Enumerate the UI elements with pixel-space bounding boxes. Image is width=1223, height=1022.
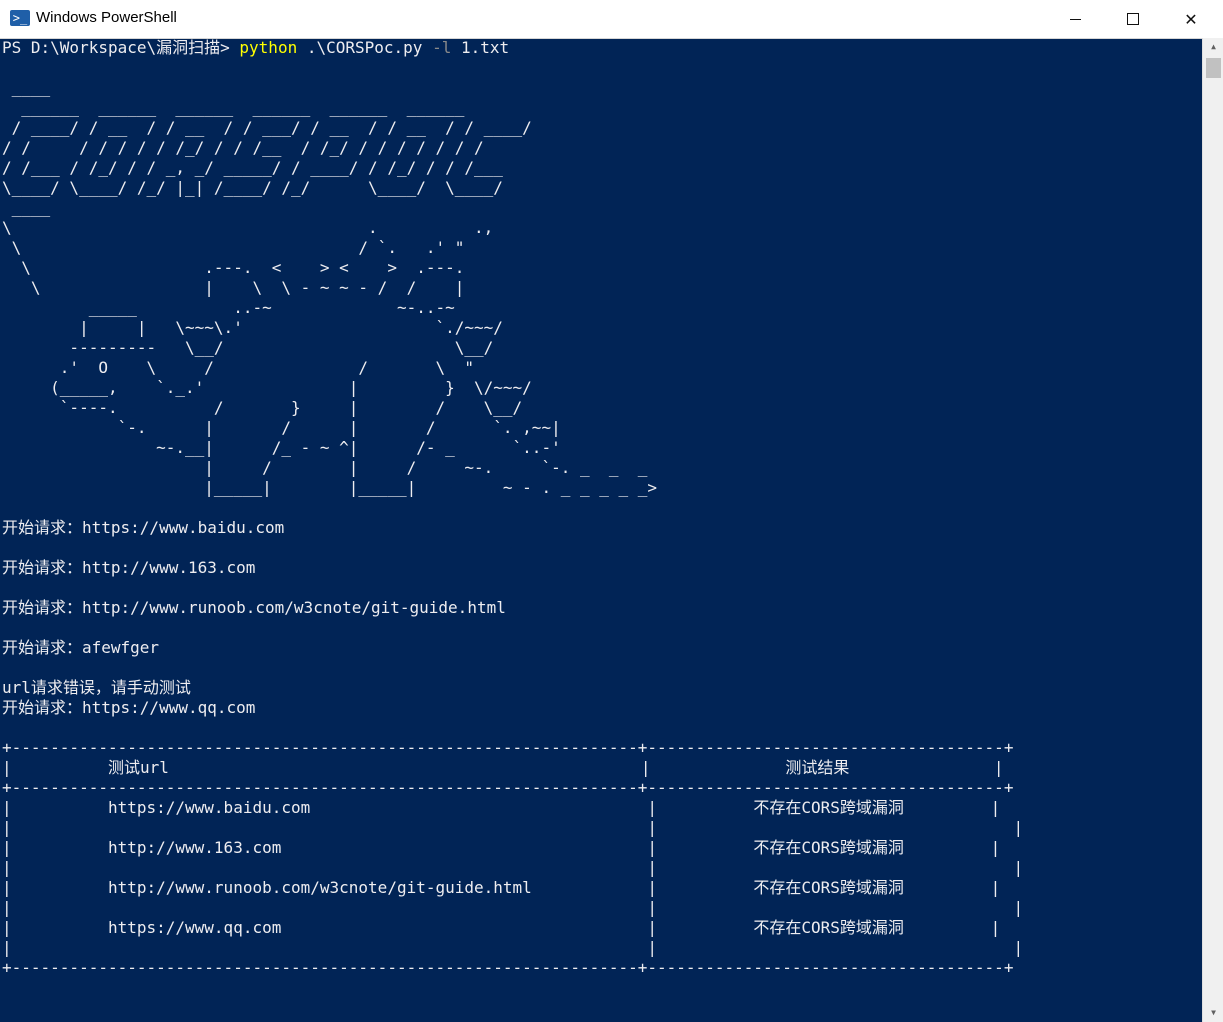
output-line-10: 开始请求：https://www.qq.com [2,698,256,717]
maximize-button[interactable] [1104,0,1162,38]
close-icon: ✕ [1184,9,1198,29]
window-title: Windows PowerShell [36,9,177,26]
close-button[interactable]: ✕ [1162,0,1220,38]
table-row: | https://www.qq.com | 不存在CORS跨域漏洞 | [2,918,1001,937]
scroll-up-icon[interactable]: ▲ [1203,38,1223,56]
table-header-row: | 测试url | 测试结果 | [2,758,1004,777]
prompt-path: PS D:\Workspace\漏洞扫描> [2,38,240,57]
output-line-9: url请求错误，请手动测试 [2,678,191,697]
prompt-flag: -l [432,38,452,57]
output-line-1: 开始请求：https://www.baidu.com [2,518,285,537]
scroll-down-icon[interactable]: ▼ [1203,1004,1223,1022]
scroll-thumb[interactable] [1206,58,1221,78]
minimize-button[interactable] [1046,0,1104,38]
table-border-top: +---------------------------------------… [2,738,1014,757]
table-row: | http://www.163.com | 不存在CORS跨域漏洞 | [2,838,1001,857]
dinosaur-ascii-art: \ . ., \ / `. .' " \ .---. < > < > .---.… [2,218,658,497]
table-blank-row: | | | [2,858,1024,877]
prompt-command: python [239,38,298,57]
table-row: | http://www.runoob.com/w3cnote/git-guid… [2,878,1001,897]
table-row: | https://www.baidu.com | 不存在CORS跨域漏洞 | [2,798,1001,817]
maximize-icon [1127,13,1139,25]
terminal-output[interactable]: PS D:\Workspace\漏洞扫描> python .\CORSPoc.p… [0,38,1202,1020]
prompt-arg: 1.txt [451,38,510,57]
banner-ascii-art: ____ ______ ______ ______ ______ ______ … [2,78,532,217]
table-border-mid: +---------------------------------------… [2,778,1014,797]
terminal-text: PS D:\Workspace\漏洞扫描> python .\CORSPoc.p… [0,38,1202,978]
prompt-script: .\CORSPoc.py [297,38,433,57]
table-blank-row: | | | [2,818,1024,837]
vertical-scrollbar[interactable]: ▲ ▼ [1202,38,1223,1022]
table-blank-row: | | | [2,898,1024,917]
title-bar[interactable]: >_ Windows PowerShell ✕ [0,0,1223,39]
output-line-3: 开始请求：http://www.163.com [2,558,256,577]
output-line-5: 开始请求：http://www.runoob.com/w3cnote/git-g… [2,598,506,617]
table-border-bottom: +---------------------------------------… [2,958,1014,977]
powershell-icon: >_ [10,10,30,26]
minimize-icon [1069,18,1081,20]
table-blank-row: | | | [2,938,1024,957]
output-line-7: 开始请求：afewfger [2,638,160,657]
